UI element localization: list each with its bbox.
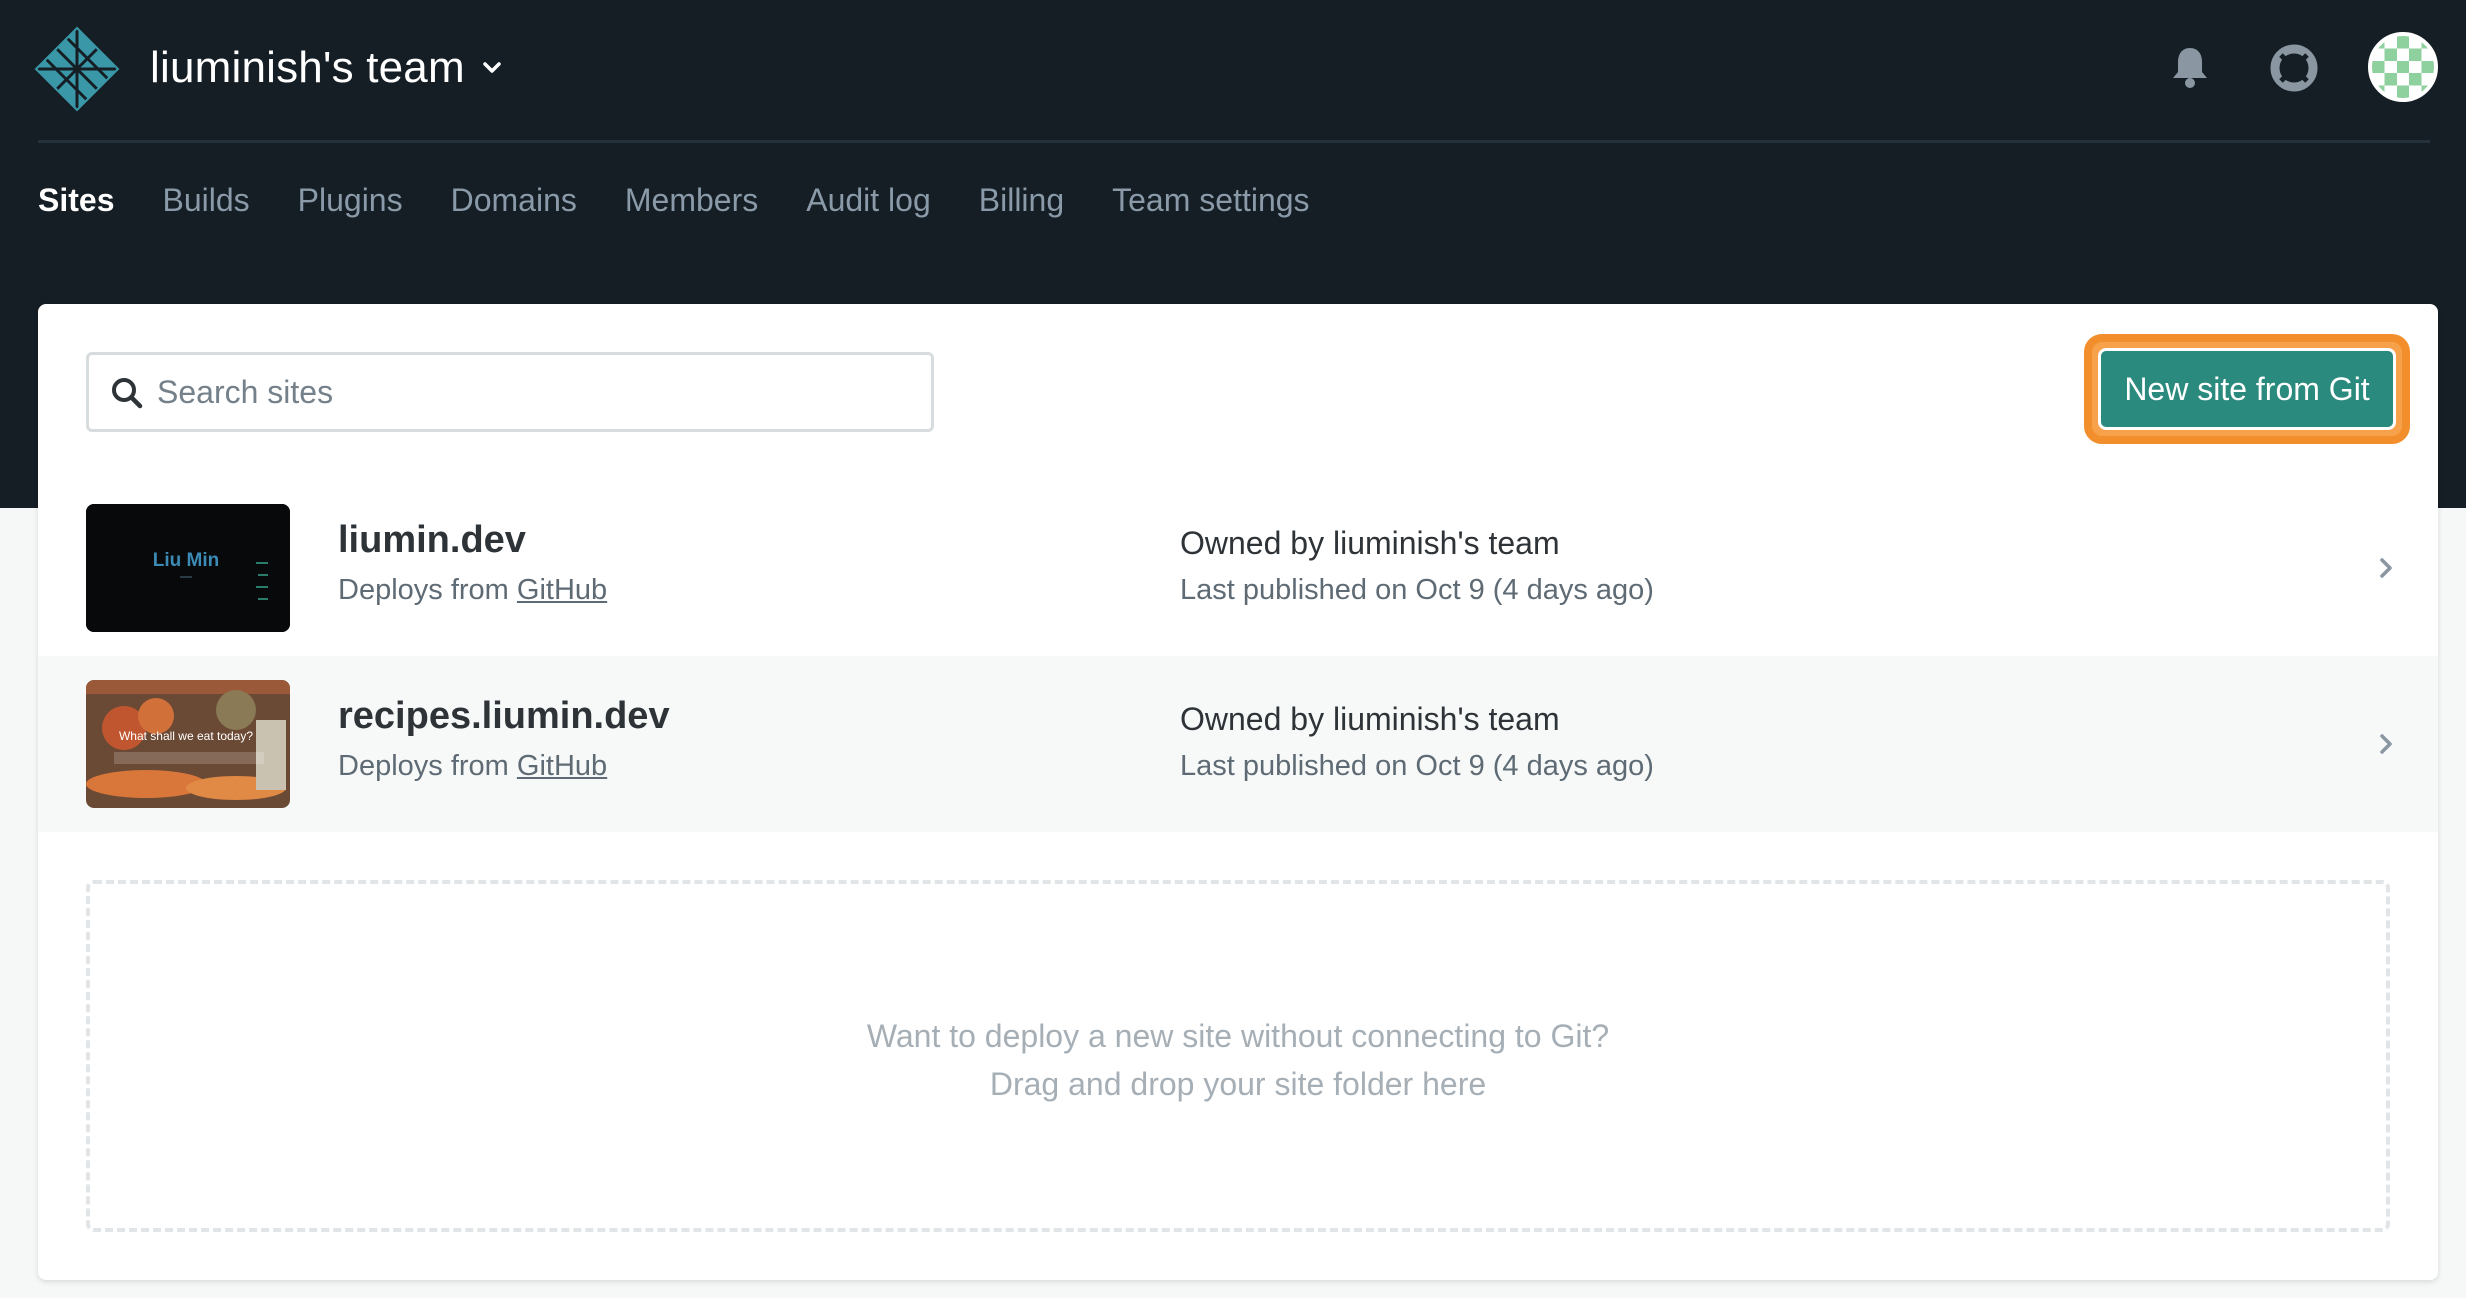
owner-prefix: Owned by	[1180, 525, 1325, 561]
avatar[interactable]	[2368, 32, 2438, 102]
team-nav-tabs: Sites Builds Plugins Domains Members Aud…	[38, 170, 1358, 230]
dropzone-line-1: Want to deploy a new site without connec…	[866, 1018, 1610, 1054]
owner-prefix: Owned by	[1180, 701, 1325, 737]
tab-billing[interactable]: Billing	[979, 170, 1064, 230]
team-name[interactable]: liuminish's team	[150, 36, 465, 100]
thumbnail-title: What shall we eat today?	[119, 729, 253, 743]
site-thumbnail: Liu Min	[86, 504, 290, 632]
site-published: Last published on Oct 9 (4 days ago)	[1180, 750, 1654, 782]
search-input[interactable]	[157, 363, 917, 421]
tab-builds[interactable]: Builds	[162, 170, 249, 230]
owner-name: liuminish's team	[1332, 525, 1560, 561]
site-name[interactable]: liumin.dev	[338, 516, 526, 564]
bell-icon[interactable]	[2160, 38, 2220, 98]
dropzone-line-2: Drag and drop your site folder here	[989, 1066, 1487, 1102]
deploy-source-link[interactable]: GitHub	[517, 750, 607, 782]
deploy-prefix: Deploys from	[338, 750, 509, 782]
chevron-right-icon[interactable]	[2368, 726, 2404, 762]
search-icon	[112, 378, 143, 409]
owner-name: liuminish's team	[1332, 701, 1560, 737]
site-thumbnail: What shall we eat today?	[86, 680, 290, 808]
site-row[interactable]: Liu Min liumin.dev Deploys from GitHub O…	[38, 480, 2438, 656]
deploy-prefix: Deploys from	[338, 574, 509, 606]
site-owner: Owned by liuminish's team	[1180, 698, 1560, 740]
sites-card: New site from Git Liu Min liumin.dev Dep…	[38, 304, 2438, 1280]
netlify-logo-icon[interactable]	[34, 26, 120, 112]
thumbnail-title: Liu Min	[153, 550, 219, 571]
tab-domains[interactable]: Domains	[451, 170, 577, 230]
site-published: Last published on Oct 9 (4 days ago)	[1180, 574, 1654, 606]
tab-sites[interactable]: Sites	[38, 170, 114, 230]
chevron-right-icon[interactable]	[2368, 550, 2404, 586]
site-row[interactable]: What shall we eat today? recipes.liumin.…	[38, 656, 2438, 832]
search-box	[86, 352, 934, 432]
site-owner: Owned by liuminish's team	[1180, 522, 1560, 564]
chevron-down-icon[interactable]	[480, 56, 504, 80]
site-name[interactable]: recipes.liumin.dev	[338, 692, 670, 740]
tab-plugins[interactable]: Plugins	[298, 170, 403, 230]
app-header: liuminish's team	[0, 0, 2466, 140]
tab-members[interactable]: Members	[625, 170, 758, 230]
lifebuoy-icon[interactable]	[2264, 38, 2324, 98]
tab-audit-log[interactable]: Audit log	[806, 170, 931, 230]
new-site-from-git-button[interactable]: New site from Git	[2098, 348, 2396, 430]
drag-drop-zone[interactable]: Want to deploy a new site without connec…	[86, 880, 2390, 1232]
site-deploy-info: Deploys from GitHub	[338, 746, 607, 786]
site-deploy-info: Deploys from GitHub	[338, 570, 607, 610]
deploy-source-link[interactable]: GitHub	[517, 574, 607, 606]
tab-team-settings[interactable]: Team settings	[1112, 170, 1309, 230]
header-divider	[38, 140, 2430, 143]
